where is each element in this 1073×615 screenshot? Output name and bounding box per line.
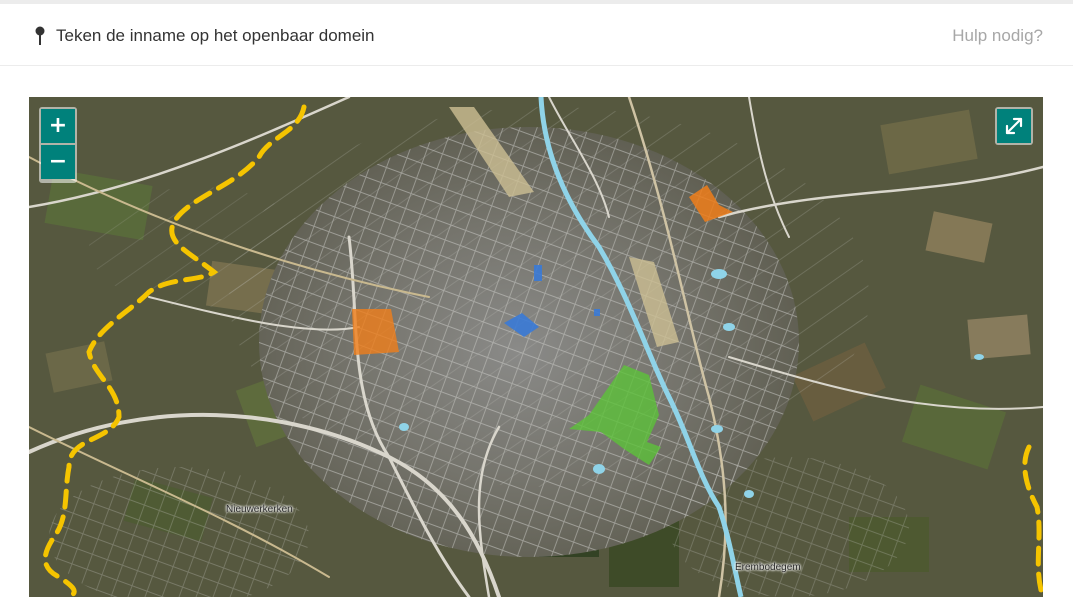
page-header: Teken de inname op het openbaar domein H… xyxy=(0,4,1073,66)
fullscreen-control xyxy=(995,107,1033,145)
fullscreen-button[interactable] xyxy=(997,109,1031,143)
help-link[interactable]: Hulp nodig? xyxy=(952,25,1043,47)
zoom-control: + − xyxy=(39,107,77,183)
place-label-nieuwerkerken: Nieuwerkerken xyxy=(226,504,293,515)
aerial-map xyxy=(29,97,1043,597)
zoom-in-button[interactable]: + xyxy=(41,109,75,143)
map-pin-icon xyxy=(34,26,46,46)
orange-zone-west xyxy=(352,309,399,355)
page-title: Teken de inname op het openbaar domein xyxy=(56,26,375,45)
expand-icon xyxy=(1005,117,1023,135)
place-label-erembodegem: Erembodegem xyxy=(735,562,801,573)
zoom-out-button[interactable]: − xyxy=(41,145,75,179)
map-view[interactable]: Nieuwerkerken Erembodegem + − xyxy=(29,97,1043,597)
